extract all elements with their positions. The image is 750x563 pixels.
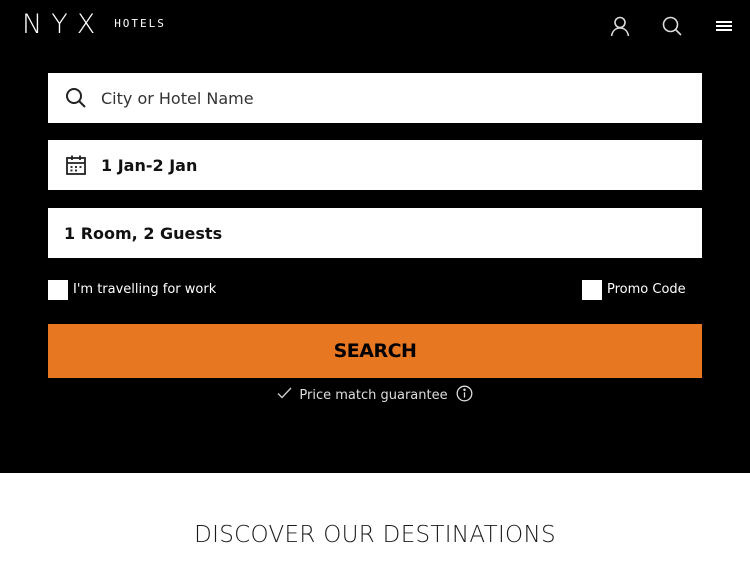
- search-button[interactable]: SEARCH: [48, 324, 702, 378]
- price-match-label: Price match guarantee: [299, 387, 448, 403]
- promo-code-label: Promo Code: [607, 282, 686, 297]
- destinations-heading: DISCOVER OUR DESTINATIONS: [194, 522, 556, 548]
- search-icon[interactable]: [660, 14, 684, 38]
- menu-icon[interactable]: [712, 14, 736, 38]
- calendar-icon: [64, 153, 88, 177]
- promo-code-checkbox[interactable]: [582, 279, 602, 300]
- check-icon: [277, 387, 292, 403]
- work-travel-checkbox[interactable]: [48, 279, 68, 300]
- rooms-guests-field[interactable]: 1 Room, 2 Guests: [48, 208, 702, 258]
- destination-search-field[interactable]: [48, 73, 702, 123]
- search-icon: [64, 86, 88, 110]
- page: NYX HOTELS City or Hotel Name 1 Jan-2 Ja…: [0, 0, 750, 563]
- date-range-field[interactable]: 1 Jan-2 Jan: [48, 140, 702, 190]
- work-travel-option[interactable]: I'm travelling for work: [48, 279, 216, 300]
- price-match-note: Price match guarantee: [0, 384, 750, 406]
- logo-subtitle: HOTELS: [114, 16, 166, 30]
- promo-code-option[interactable]: Promo Code: [582, 279, 686, 300]
- destination-search-input[interactable]: [101, 88, 661, 108]
- user-icon[interactable]: [608, 14, 632, 38]
- header-actions: [608, 12, 736, 40]
- brand-logo[interactable]: NYX HOTELS: [22, 10, 166, 40]
- work-travel-label: I'm travelling for work: [73, 282, 217, 297]
- rooms-guests-value: 1 Room, 2 Guests: [64, 223, 223, 243]
- info-icon[interactable]: [456, 385, 473, 406]
- hero-section: NYX HOTELS City or Hotel Name 1 Jan-2 Ja…: [0, 0, 750, 473]
- logo-mark: NYX: [22, 9, 105, 40]
- date-range-value: 1 Jan-2 Jan: [101, 155, 198, 175]
